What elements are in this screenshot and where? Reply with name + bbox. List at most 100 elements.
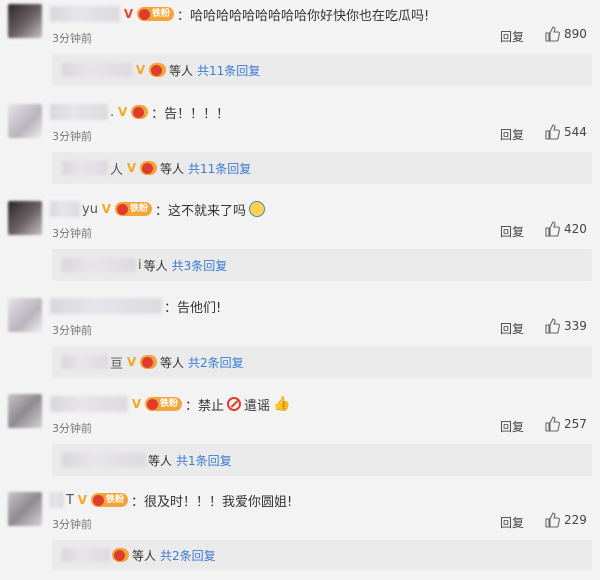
- view-replies-link[interactable]: 共11条回复: [188, 160, 251, 177]
- thumbs-up-emoji-icon: 👍: [273, 396, 291, 412]
- comment-text-end: 遣谣: [244, 398, 271, 414]
- username[interactable]: [50, 104, 108, 120]
- reply-usernames: [62, 258, 136, 272]
- reply-username-tail: 人: [110, 162, 124, 178]
- comment-item: . V ：告！！！！ 3分钟前 回复 544 人 V 等人 共11条回复: [0, 98, 600, 195]
- reply-button[interactable]: 回复: [500, 126, 524, 143]
- thumbs-up-icon: [545, 124, 560, 140]
- view-replies-link[interactable]: 共11条回复: [197, 62, 260, 79]
- comment-text: ：告！！！！: [151, 106, 230, 122]
- comment-header: . V ：告！！！！: [50, 102, 229, 122]
- v-badge-icon: V: [123, 6, 134, 21]
- view-replies-link[interactable]: 共2条回复: [160, 547, 216, 564]
- reply-button[interactable]: 回复: [500, 28, 524, 45]
- like-button[interactable]: 229: [544, 512, 587, 528]
- heart-fan-badge-icon: [140, 355, 158, 369]
- v-badge-icon: V: [117, 104, 128, 119]
- username[interactable]: [50, 298, 162, 314]
- sub-replies[interactable]: 等人 共2条回复: [52, 540, 592, 570]
- like-count: 257: [564, 417, 587, 431]
- v-badge-icon: V: [126, 160, 137, 175]
- like-count: 229: [564, 513, 587, 527]
- comment-item: V 铁粉 ：禁止 遣谣 👍 3分钟前 回复 257 等人 共1条回复: [0, 390, 600, 487]
- reply-usernames: [62, 63, 132, 77]
- comment-header: ：告他们!: [50, 296, 221, 316]
- reply-button[interactable]: 回复: [500, 514, 524, 531]
- avatar[interactable]: [8, 201, 42, 235]
- reply-button[interactable]: 回复: [500, 418, 524, 435]
- others-label: 等人: [169, 63, 194, 78]
- like-button[interactable]: 257: [544, 416, 587, 432]
- v-badge-icon: V: [101, 201, 112, 216]
- heart-fan-badge-icon: [131, 105, 149, 119]
- avatar[interactable]: [8, 394, 42, 428]
- others-label: 等人: [132, 548, 157, 563]
- view-replies-link[interactable]: 共1条回复: [176, 452, 232, 469]
- username-tail: yu: [82, 201, 98, 217]
- thumbs-up-icon: [545, 26, 560, 42]
- reply-usernames: [62, 355, 108, 369]
- thumbs-up-icon: [545, 221, 560, 237]
- avatar[interactable]: [8, 4, 42, 38]
- reply-username-tail: 亘: [110, 356, 124, 372]
- username-tail: T: [66, 492, 74, 508]
- heart-fan-badge-icon: 铁粉: [137, 7, 175, 21]
- comment-header: yu V 铁粉 ：这不就来了吗: [50, 199, 265, 219]
- username[interactable]: [50, 6, 120, 22]
- timestamp: 3分钟前: [52, 422, 92, 435]
- avatar[interactable]: [8, 492, 42, 526]
- username-tail: .: [110, 104, 115, 120]
- reply-usernames: [62, 161, 108, 175]
- comment-item: T V 铁粉 ：很及时！！！我爱你圆姐! 3分钟前 回复 229 等人 共2条回…: [0, 486, 600, 580]
- v-badge-icon: V: [131, 396, 142, 411]
- heart-fan-badge-icon: [140, 161, 158, 175]
- sub-replies[interactable]: V 等人 共11条回复: [52, 54, 592, 86]
- timestamp: 3分钟前: [52, 32, 92, 45]
- sub-replies[interactable]: 亘 V 等人 共2条回复: [52, 346, 592, 378]
- like-count: 339: [564, 319, 587, 333]
- like-button[interactable]: 890: [544, 26, 587, 42]
- username[interactable]: [50, 396, 128, 412]
- comment-text: ：告他们!: [164, 300, 222, 316]
- like-button[interactable]: 420: [544, 221, 587, 237]
- prohibited-icon: [227, 397, 242, 411]
- view-replies-link[interactable]: 共2条回复: [188, 354, 244, 371]
- v-badge-icon: V: [126, 354, 137, 369]
- heart-fan-badge-icon: 铁粉: [145, 397, 183, 411]
- reply-username-tail: i: [138, 257, 142, 273]
- timestamp: 3分钟前: [52, 130, 92, 143]
- comment-text: ：这不就来了吗: [154, 203, 246, 219]
- reply-button[interactable]: 回复: [500, 223, 524, 240]
- melon-eating-emoji-icon: [248, 201, 265, 217]
- timestamp: 3分钟前: [52, 227, 92, 240]
- timestamp: 3分钟前: [52, 518, 92, 531]
- username[interactable]: [50, 492, 64, 508]
- view-replies-link[interactable]: 共3条回复: [172, 257, 228, 274]
- thumbs-up-icon: [545, 512, 560, 528]
- avatar[interactable]: [8, 298, 42, 332]
- sub-replies[interactable]: 等人 共1条回复: [52, 444, 592, 476]
- thumbs-up-icon: [545, 318, 560, 334]
- like-button[interactable]: 339: [544, 318, 587, 334]
- v-badge-icon: V: [77, 492, 88, 507]
- sub-replies[interactable]: i 等人 共3条回复: [52, 249, 592, 281]
- comment-item: ：告他们! 3分钟前 回复 339 亘 V 等人 共2条回复: [0, 292, 600, 389]
- heart-fan-badge-icon: [149, 63, 166, 77]
- reply-usernames: [62, 453, 146, 467]
- comment-text: ：哈哈哈哈哈哈哈哈哈你好快你也在吃瓜吗!: [177, 8, 430, 24]
- heart-fan-badge-icon: [112, 548, 129, 562]
- others-label: 等人: [160, 161, 185, 176]
- reply-button[interactable]: 回复: [500, 320, 524, 337]
- like-button[interactable]: 544: [544, 124, 587, 140]
- comment-header: V 铁粉 ：哈哈哈哈哈哈哈哈哈你好快你也在吃瓜吗!: [50, 4, 429, 24]
- comment-item: yu V 铁粉 ：这不就来了吗 3分钟前 回复 420 i 等人 共3条回复: [0, 195, 600, 292]
- comment-header: V 铁粉 ：禁止 遣谣 👍: [50, 394, 291, 414]
- comment-header: T V 铁粉 ：很及时！！！我爱你圆姐!: [50, 490, 292, 510]
- avatar[interactable]: [8, 104, 42, 138]
- comment-text: ：禁止: [185, 398, 225, 414]
- timestamp: 3分钟前: [52, 324, 92, 337]
- others-label: 等人: [148, 453, 173, 468]
- sub-replies[interactable]: 人 V 等人 共11条回复: [52, 152, 592, 184]
- others-label: 等人: [160, 355, 185, 370]
- username[interactable]: [50, 201, 80, 217]
